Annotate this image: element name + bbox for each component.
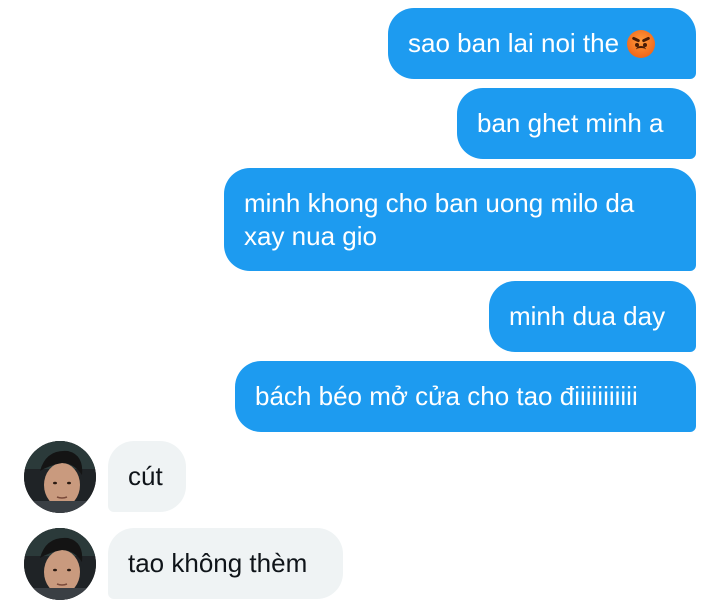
- sent-message-bubble[interactable]: minh khong cho ban uong milo da xay nua …: [224, 168, 696, 271]
- sent-message-bubble[interactable]: bách béo mở cửa cho tao điiiiiiiiiii: [235, 361, 696, 432]
- message-text: sao ban lai noi the: [408, 28, 620, 58]
- message-text: bách béo mở cửa cho tao điiiiiiiiiii: [255, 381, 638, 411]
- sent-message-bubble[interactable]: minh dua day: [489, 281, 696, 352]
- message-text: minh dua day: [509, 301, 666, 331]
- user-photo-icon: [24, 528, 96, 600]
- message-thread: sao ban lai noi the ban ghet minh a minh…: [0, 0, 720, 615]
- message-text: cút: [128, 461, 163, 491]
- angry-face-icon: [627, 29, 656, 58]
- received-message-bubble[interactable]: tao không thèm: [108, 528, 343, 599]
- sent-message-bubble[interactable]: sao ban lai noi the: [388, 8, 696, 79]
- avatar[interactable]: [24, 441, 96, 513]
- message-text: minh khong cho ban uong milo da xay nua …: [244, 187, 635, 251]
- user-photo-icon: [24, 441, 96, 513]
- received-message-bubble[interactable]: cút: [108, 441, 186, 512]
- message-text: ban ghet minh a: [477, 108, 664, 138]
- avatar[interactable]: [24, 528, 96, 600]
- sent-message-bubble[interactable]: ban ghet minh a: [457, 88, 696, 159]
- message-text: tao không thèm: [128, 548, 308, 578]
